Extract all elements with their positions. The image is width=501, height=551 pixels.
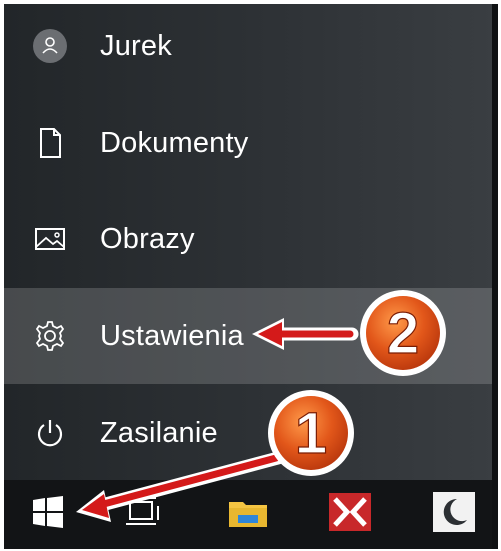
file-explorer-button[interactable] xyxy=(214,480,282,549)
start-menu: Jurek Dokumenty Obrazy Ustawienia Zasila… xyxy=(4,4,498,549)
user-account-item[interactable]: Jurek xyxy=(4,4,498,88)
pictures-icon xyxy=(32,221,68,257)
user-name-label: Jurek xyxy=(100,29,172,62)
documents-item[interactable]: Dokumenty xyxy=(4,98,498,188)
settings-item[interactable]: Ustawienia xyxy=(4,288,498,384)
moon-icon xyxy=(433,492,475,537)
task-view-icon xyxy=(122,494,162,535)
documents-label: Dokumenty xyxy=(100,126,249,159)
app-icon xyxy=(329,493,371,536)
folder-icon xyxy=(227,494,269,535)
night-mode-button[interactable] xyxy=(420,480,488,549)
power-item[interactable]: Zasilanie xyxy=(4,388,498,478)
start-button[interactable] xyxy=(14,480,82,549)
power-label: Zasilanie xyxy=(100,416,218,449)
gear-icon xyxy=(32,318,68,354)
windows-logo-icon xyxy=(30,494,66,535)
task-view-button[interactable] xyxy=(108,480,176,549)
pictures-label: Obrazy xyxy=(100,222,195,255)
settings-label: Ustawienia xyxy=(100,319,244,352)
user-icon xyxy=(32,28,68,64)
pictures-item[interactable]: Obrazy xyxy=(4,194,498,284)
document-icon xyxy=(32,125,68,161)
app-button[interactable] xyxy=(316,480,384,549)
power-icon xyxy=(32,415,68,451)
taskbar xyxy=(4,480,498,549)
